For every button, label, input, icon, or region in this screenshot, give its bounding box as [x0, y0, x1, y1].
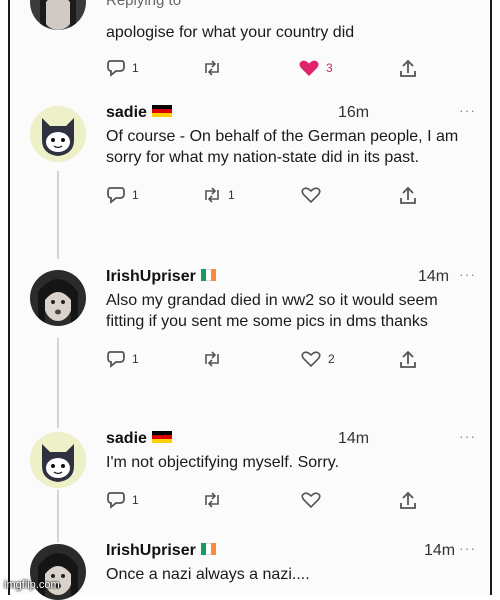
share-icon — [400, 186, 416, 204]
share-button[interactable] — [398, 186, 418, 206]
avatar[interactable] — [30, 270, 86, 326]
avatar[interactable] — [30, 106, 86, 162]
reply-icon — [107, 187, 125, 204]
like-button[interactable]: 2 — [300, 350, 335, 368]
tweet-actions: 1 2 — [106, 350, 476, 370]
tweet-header: IrishUpriser 14m ··· — [106, 540, 476, 564]
retweet-button[interactable] — [202, 491, 222, 509]
more-options-icon[interactable]: ··· — [459, 266, 476, 282]
reply-icon — [107, 351, 125, 368]
retweet-icon — [205, 187, 219, 203]
tweet-actions: 1 1 — [106, 186, 476, 206]
germany-flag-icon — [151, 104, 172, 117]
retweet-count: 1 — [228, 188, 235, 202]
tweet-text: apologise for what your country did — [106, 24, 355, 41]
share-icon — [400, 350, 416, 368]
share-button[interactable] — [398, 491, 418, 511]
reply-icon — [107, 492, 125, 509]
more-options-icon[interactable]: ··· — [459, 102, 476, 118]
tweet-text: Of course - On behalf of the German peop… — [106, 128, 459, 166]
retweet-button[interactable]: 1 — [202, 186, 235, 204]
retweet-button[interactable] — [202, 350, 222, 368]
tweet-text: I'm not objectifying myself. Sorry. — [106, 454, 340, 471]
user-name-link[interactable]: sadie — [106, 104, 172, 122]
germany-flag-icon — [151, 430, 172, 443]
user-name-link[interactable]: sadie — [106, 430, 172, 448]
tweet-actions: 1 — [106, 491, 476, 511]
display-name: IrishUpriser — [106, 268, 196, 285]
display-name: sadie — [106, 104, 147, 121]
reply-count: 1 — [132, 493, 139, 507]
heart-outline-icon — [301, 492, 321, 509]
retweet-button[interactable] — [202, 59, 222, 77]
share-button[interactable] — [398, 350, 418, 370]
tweet-reply[interactable]: IrishUpriser 14m ··· Also my grandad die… — [30, 266, 476, 418]
user-name-link[interactable]: IrishUpriser — [106, 542, 217, 560]
retweet-icon — [205, 351, 219, 367]
reply-button[interactable]: 1 — [106, 59, 139, 77]
reply-count: 1 — [132, 61, 139, 75]
share-icon — [400, 59, 416, 77]
timestamp[interactable]: 14m — [338, 430, 369, 448]
reply-button[interactable]: 1 — [106, 350, 139, 368]
timestamp[interactable]: 14m — [424, 542, 455, 560]
heart-filled-icon — [299, 60, 319, 76]
tweet-header: sadie 14m ··· — [106, 428, 476, 452]
more-options-icon[interactable]: ··· — [459, 428, 476, 444]
avatar[interactable] — [30, 432, 86, 488]
retweet-icon — [205, 492, 219, 508]
retweet-icon — [205, 60, 219, 76]
reply-count: 1 — [132, 188, 139, 202]
tweet-original[interactable]: Replying to apologise for what your coun… — [30, 0, 476, 90]
watermark-text: imgflip.com — [4, 579, 60, 591]
like-button[interactable] — [300, 491, 322, 509]
heart-outline-icon — [301, 187, 321, 204]
reply-count: 1 — [132, 352, 139, 366]
like-button[interactable] — [300, 186, 322, 204]
replying-label: Replying to — [106, 0, 182, 9]
tweet-text: Once a nazi always a nazi.... — [106, 566, 310, 583]
tweet-header: IrishUpriser 14m ··· — [106, 266, 476, 290]
tweet-header: sadie 16m ··· — [106, 102, 476, 126]
timestamp[interactable]: 16m — [338, 104, 369, 122]
reply-icon — [107, 60, 125, 77]
ireland-flag-icon — [200, 268, 217, 281]
user-name-link[interactable]: IrishUpriser — [106, 268, 217, 286]
share-icon — [400, 491, 416, 509]
more-options-icon[interactable]: ··· — [459, 540, 476, 556]
reply-button[interactable]: 1 — [106, 186, 139, 204]
tweet-reply[interactable]: sadie 14m ··· I'm not objectifying mysel… — [30, 428, 476, 530]
like-count: 3 — [326, 61, 333, 75]
timestamp[interactable]: 14m — [418, 268, 449, 286]
avatar[interactable] — [30, 544, 86, 600]
like-count: 2 — [328, 352, 335, 366]
tweet-reply[interactable]: sadie 16m ··· Of course - On behalf of t… — [30, 102, 476, 254]
tweet-actions: 1 3 — [106, 59, 476, 79]
display-name: IrishUpriser — [106, 542, 196, 559]
display-name: sadie — [106, 430, 147, 447]
thread-container: Replying to apologise for what your coun… — [8, 0, 492, 600]
share-button[interactable] — [398, 59, 418, 79]
ireland-flag-icon — [200, 542, 217, 555]
tweet-text: Also my grandad died in ww2 so it would … — [106, 292, 438, 330]
heart-outline-icon — [301, 351, 321, 368]
tweet-reply[interactable]: IrishUpriser 14m ··· Once a nazi always … — [30, 540, 476, 600]
like-button[interactable]: 3 — [298, 59, 333, 77]
reply-button[interactable]: 1 — [106, 491, 139, 509]
avatar[interactable] — [30, 0, 86, 30]
